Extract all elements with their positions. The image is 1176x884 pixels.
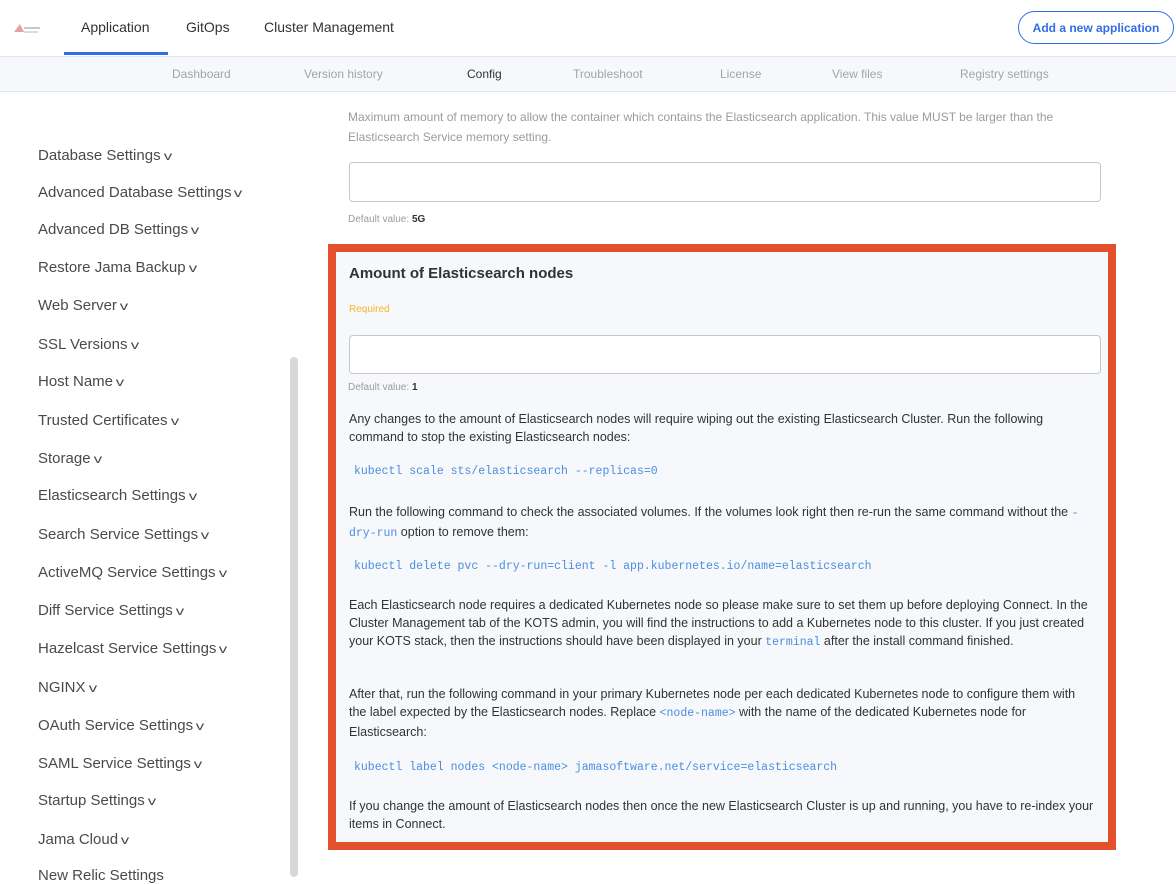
default-value-label: Default value: bbox=[348, 382, 410, 393]
subnav-tab-config[interactable]: Config bbox=[467, 67, 502, 81]
required-badge: Required bbox=[349, 304, 390, 315]
sidebar-item-ssl-versions[interactable]: SSL Versions v bbox=[38, 336, 139, 353]
sidebar-item-label: Diff Service Settings bbox=[38, 602, 173, 619]
sidebar-item-label: New Relic Settings bbox=[38, 867, 164, 884]
sidebar-item-label: Search Service Settings bbox=[38, 526, 199, 543]
default-value: 5G bbox=[411, 214, 426, 225]
sidebar-item-label: Jama Cloud bbox=[38, 831, 119, 848]
help-paragraph-4: After that, run the following command in… bbox=[349, 685, 1094, 741]
sidebar-item-elasticsearch-settings[interactable]: Elasticsearch Settings v bbox=[38, 487, 197, 504]
memory-limit-input[interactable] bbox=[349, 162, 1101, 202]
default-value: 1 bbox=[411, 382, 418, 393]
memory-default-value: Default value: 5G bbox=[348, 214, 425, 225]
sidebar-item-oauth-service-settings[interactable]: OAuth Service Settings v bbox=[38, 717, 205, 734]
chevron-down-icon: v bbox=[163, 149, 172, 163]
sidebar-item-label: Restore Jama Backup bbox=[38, 259, 186, 276]
nav-tab-cluster-management[interactable]: Cluster Management bbox=[264, 19, 394, 35]
sidebar-item-label: Advanced Database Settings bbox=[38, 184, 232, 201]
sidebar-item-restore-jama-backup[interactable]: Restore Jama Backup v bbox=[38, 259, 197, 276]
chevron-down-icon: v bbox=[175, 604, 184, 618]
sidebar-item-label: SSL Versions bbox=[38, 336, 128, 353]
subnav-tab-registry-settings[interactable]: Registry settings bbox=[960, 67, 1049, 81]
help-paragraph-2: Run the following command to check the a… bbox=[349, 503, 1094, 543]
chevron-down-icon: v bbox=[195, 719, 205, 733]
sidebar-item-label: Elasticsearch Settings bbox=[38, 487, 186, 504]
command-scale-sts: kubectl scale sts/elasticsearch --replic… bbox=[354, 465, 658, 478]
sidebar-item-startup-settings[interactable]: Startup Settings v bbox=[38, 792, 156, 809]
section-title: Amount of Elasticsearch nodes bbox=[349, 265, 574, 282]
sidebar-item-label: NGINX bbox=[38, 679, 86, 696]
chevron-down-icon: v bbox=[193, 757, 203, 771]
chevron-down-icon: v bbox=[130, 338, 139, 352]
nav-tab-gitops[interactable]: GitOps bbox=[186, 19, 230, 35]
sidebar-scrollbar[interactable] bbox=[290, 357, 298, 877]
sidebar-item-label: Web Server bbox=[38, 297, 117, 314]
sidebar-item-label: Trusted Certificates bbox=[38, 412, 168, 429]
sidebar-item-nginx[interactable]: NGINX v bbox=[38, 679, 97, 696]
top-nav: Application GitOps Cluster Management Ad… bbox=[0, 0, 1176, 57]
sidebar-item-new-relic-settings[interactable]: New Relic Settings bbox=[38, 867, 164, 884]
sidebar-item-label: ActiveMQ Service Settings bbox=[38, 564, 216, 581]
chevron-down-icon: v bbox=[120, 833, 130, 847]
active-tab-indicator bbox=[64, 52, 168, 55]
inline-code: <node-name> bbox=[659, 707, 736, 720]
subnav-tab-troubleshoot[interactable]: Troubleshoot bbox=[573, 67, 643, 81]
paragraph-text: Run the following command to check the a… bbox=[349, 505, 1069, 519]
sidebar-item-saml-service-settings[interactable]: SAML Service Settings v bbox=[38, 755, 203, 772]
subnav-tab-dashboard[interactable]: Dashboard bbox=[172, 67, 231, 81]
add-new-application-button[interactable]: Add a new application bbox=[1018, 11, 1174, 44]
sidebar-item-label: Database Settings bbox=[38, 147, 161, 164]
sidebar-item-hazelcast-service-settings[interactable]: Hazelcast Service Settings v bbox=[38, 640, 228, 657]
subnav-tab-view-files[interactable]: View files bbox=[832, 67, 882, 81]
elasticsearch-nodes-input[interactable] bbox=[349, 335, 1101, 374]
inline-code: terminal bbox=[765, 636, 821, 649]
chevron-down-icon: v bbox=[88, 681, 97, 695]
default-value-label: Default value: bbox=[348, 214, 410, 225]
chevron-down-icon: v bbox=[119, 299, 129, 313]
paragraph-text: option to remove them: bbox=[400, 525, 529, 539]
sidebar-item-label: Startup Settings bbox=[38, 792, 145, 809]
chevron-down-icon: v bbox=[115, 375, 125, 389]
sidebar-item-advanced-db-settings[interactable]: Advanced DB Settings v bbox=[38, 221, 200, 238]
subnav-tab-version-history[interactable]: Version history bbox=[304, 67, 383, 81]
chevron-down-icon: v bbox=[218, 566, 227, 580]
sidebar-item-label: Storage bbox=[38, 450, 91, 467]
help-paragraph-1: Any changes to the amount of Elasticsear… bbox=[349, 412, 1044, 444]
sidebar-item-label: SAML Service Settings bbox=[38, 755, 191, 772]
command-delete-pvc: kubectl delete pvc --dry-run=client -l a… bbox=[354, 560, 872, 573]
paragraph-text: after the install command finished. bbox=[823, 634, 1014, 648]
sidebar-item-database-settings[interactable]: Database Settings v bbox=[38, 147, 172, 164]
sidebar-item-jama-cloud[interactable]: Jama Cloud v bbox=[38, 831, 130, 848]
memory-field-description: Maximum amount of memory to allow the co… bbox=[348, 110, 1054, 144]
sidebar-item-label: Host Name bbox=[38, 373, 114, 390]
chevron-down-icon: v bbox=[200, 528, 210, 542]
sidebar-item-label: Advanced DB Settings bbox=[38, 221, 189, 238]
nav-tab-application[interactable]: Application bbox=[81, 19, 150, 35]
sidebar-item-diff-service-settings[interactable]: Diff Service Settings v bbox=[38, 602, 184, 619]
sidebar-item-web-server[interactable]: Web Server v bbox=[38, 297, 129, 314]
nodes-default-value: Default value: 1 bbox=[348, 382, 418, 393]
sub-nav: Dashboard Version history Config Trouble… bbox=[0, 57, 1176, 92]
sidebar-item-label: Hazelcast Service Settings bbox=[38, 640, 217, 657]
chevron-down-icon: v bbox=[188, 489, 197, 503]
sidebar-item-activemq-service-settings[interactable]: ActiveMQ Service Settings v bbox=[38, 564, 227, 581]
chevron-down-icon: v bbox=[147, 794, 156, 808]
chevron-down-icon: v bbox=[93, 452, 102, 466]
chevron-down-icon: v bbox=[219, 642, 228, 656]
help-paragraph-5: If you change the amount of Elasticsearc… bbox=[349, 799, 1094, 831]
chevron-down-icon: v bbox=[190, 223, 200, 237]
subnav-tab-license[interactable]: License bbox=[720, 67, 761, 81]
help-paragraph-3: Each Elasticsearch node requires a dedic… bbox=[349, 596, 1094, 652]
chevron-down-icon: v bbox=[188, 261, 197, 275]
sidebar-item-search-service-settings[interactable]: Search Service Settings v bbox=[38, 526, 210, 543]
command-label-nodes: kubectl label nodes <node-name> jamasoft… bbox=[354, 761, 838, 774]
sidebar-item-advanced-database-settings[interactable]: Advanced Database Settings v bbox=[38, 184, 243, 201]
sidebar-item-trusted-certificates[interactable]: Trusted Certificates v bbox=[38, 412, 179, 429]
app-logo-icon[interactable] bbox=[12, 20, 42, 36]
sidebar-item-host-name[interactable]: Host Name v bbox=[38, 373, 125, 390]
sidebar-item-label: OAuth Service Settings bbox=[38, 717, 194, 734]
chevron-down-icon: v bbox=[234, 186, 243, 200]
chevron-down-icon: v bbox=[170, 414, 179, 428]
sidebar-item-storage[interactable]: Storage v bbox=[38, 450, 102, 467]
